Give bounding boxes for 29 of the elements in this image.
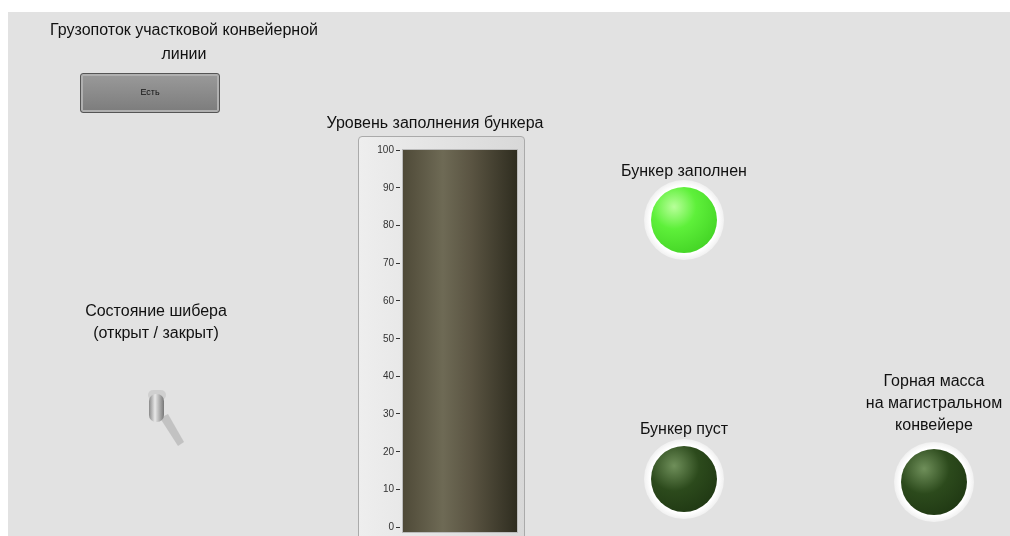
scale-label: 60 xyxy=(382,294,394,307)
scale-label: 40 xyxy=(382,370,394,383)
scale-label: 20 xyxy=(382,445,394,458)
tick-mark xyxy=(396,488,400,490)
scale-label: 100 xyxy=(377,144,394,156)
scale-label: 70 xyxy=(382,257,394,270)
tick-mark xyxy=(396,451,400,453)
scale-label: 50 xyxy=(382,332,394,345)
led-label: Бункер пуст xyxy=(638,419,730,439)
flow-button[interactable]: Есть xyxy=(80,73,220,113)
flow-label: Грузопоток участковой конвейерной линии xyxy=(49,20,319,64)
tick-mark xyxy=(396,526,400,528)
tick-mark xyxy=(396,338,400,339)
tank-label: Уровень заполнения бункера xyxy=(325,113,545,133)
scale-label: 80 xyxy=(382,219,394,232)
scale-label: 30 xyxy=(382,407,394,420)
tick-mark xyxy=(396,375,400,377)
led-label: Бункер заполнен xyxy=(620,161,748,181)
tick-mark xyxy=(396,149,400,151)
tick-mark xyxy=(396,224,400,226)
scale-label: 10 xyxy=(382,483,394,496)
gate-label: Состояние шибера (открыт / закрыт) xyxy=(84,301,228,343)
tick-mark xyxy=(396,300,400,302)
tick-mark xyxy=(396,413,400,415)
led-label: Горная масса на магистральном конвейере xyxy=(864,371,1004,435)
tick-mark xyxy=(396,187,400,189)
tick-mark xyxy=(396,262,400,264)
scale-label: 90 xyxy=(382,181,394,194)
scale-label: 0 xyxy=(388,521,394,533)
